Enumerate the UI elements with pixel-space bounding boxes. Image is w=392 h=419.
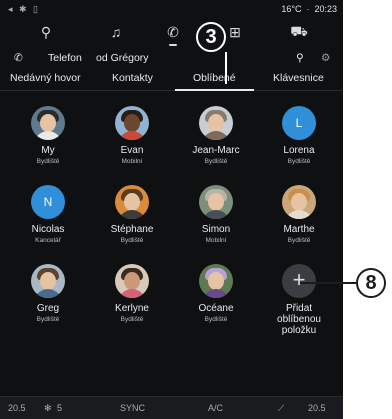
tab-bar: Nedávný hovor Kontakty Oblíbené Klávesni… [0, 68, 343, 91]
contact-number-type: Mobilní [121, 158, 143, 165]
tab-favorites[interactable]: Oblíbené [175, 72, 254, 91]
contact-number-type: Bydliště [287, 237, 311, 244]
phone-toolbar: ✆ Telefon od Grégory ⚲ ⚙ [0, 50, 343, 68]
favorite-contact[interactable]: L Lorena Bydliště [259, 106, 339, 165]
tab-keypad[interactable]: Klávesnice [273, 72, 324, 84]
contact-number-type: Kancelář [35, 237, 61, 244]
contact-name: Stéphane [110, 224, 154, 235]
tab-recent-calls[interactable]: Nedávný hovor [10, 72, 81, 84]
phone-name[interactable]: Telefon [48, 52, 82, 64]
sync-button[interactable]: SYNC [120, 403, 145, 413]
avatar [199, 264, 233, 298]
contact-number-type: Bydliště [287, 158, 311, 165]
seat-heat-icon[interactable]: ⟋ [278, 403, 284, 414]
clock: 20:23 [314, 4, 337, 14]
contact-number-type: Bydliště [204, 316, 228, 323]
add-favorite-item[interactable]: + Přidat oblíbenou položku [259, 264, 339, 336]
contact-number-type: Mobilní [205, 237, 227, 244]
favorite-contact[interactable]: Evan Mobilní [92, 106, 172, 165]
fan-speed[interactable]: 5 [57, 403, 62, 413]
music-icon[interactable]: ♫ [101, 20, 131, 44]
add-favorite-button[interactable]: + [282, 264, 316, 298]
avatar: N [31, 185, 65, 219]
phone-handset-icon: ✆ [14, 52, 23, 64]
phone-owner: od Grégory [96, 52, 149, 64]
favorite-contact[interactable]: Simon Mobilní [176, 185, 256, 244]
favorite-contact[interactable]: Stéphane Bydliště [92, 185, 172, 244]
contact-number-type: Bydliště [36, 316, 60, 323]
contact-name: Kerlyne [115, 303, 149, 314]
avatar [31, 106, 65, 140]
fan-icon: ✻ [44, 403, 52, 413]
contact-name: Greg [36, 303, 60, 314]
avatar [199, 185, 233, 219]
favorite-contact[interactable]: N Nicolas Kancelář [8, 185, 88, 244]
app-bar: ⚲ ♫ ✆ ⊞ ⛟ [0, 18, 343, 46]
callout-8: 8 [356, 268, 386, 298]
car-icon[interactable]: ⛟ [284, 20, 314, 44]
avatar [115, 264, 149, 298]
temperature: 16°C [281, 4, 302, 14]
callout-3: 3 [196, 22, 226, 52]
tab-contacts[interactable]: Kontakty [112, 72, 153, 84]
contact-name: My [41, 145, 55, 156]
search-icon[interactable]: ⚲ [296, 52, 304, 64]
favorite-contact[interactable]: Marthe Bydliště [259, 185, 339, 244]
phone-icon[interactable]: ✆ [158, 20, 188, 46]
navigation-icon[interactable]: ⚲ [31, 20, 61, 44]
avatar [31, 264, 65, 298]
contact-number-type: Bydliště [36, 158, 60, 165]
avatar [115, 106, 149, 140]
contact-initial: N [43, 195, 53, 209]
infotainment-screen: ◂ ✱ ▯ 16°C · 20:23 ⚲ ♫ ✆ ⊞ ⛟ ✆ Telefon o… [0, 0, 343, 419]
contact-name: Simon [201, 224, 231, 235]
contact-name: Nicolas [31, 224, 65, 235]
settings-icon[interactable]: ⚙ [321, 52, 330, 64]
contact-number-type: Bydliště [204, 158, 228, 165]
temp-left[interactable]: 20.5 [8, 403, 26, 413]
contact-number-type: Bydliště [120, 316, 144, 323]
contact-name: Jean-Marc [192, 145, 240, 156]
climate-bar: 20.5 ✻ 5 SYNC A/C ⟋ 20.5 [0, 396, 343, 419]
status-icons: ◂ ✱ ▯ [8, 4, 41, 14]
avatar [282, 185, 316, 219]
contact-initial: L [295, 116, 303, 130]
status-right: 16°C · 20:23 [281, 4, 337, 14]
ac-button[interactable]: A/C [208, 403, 223, 413]
contact-name: Lorena [283, 145, 315, 156]
add-favorite-label: Přidat oblíbenou položku [277, 303, 321, 336]
avatar [199, 106, 233, 140]
favorite-contact[interactable]: Kerlyne Bydliště [92, 264, 172, 323]
status-bar: ◂ ✱ ▯ 16°C · 20:23 [0, 0, 343, 18]
favorite-contact[interactable]: Greg Bydliště [8, 264, 88, 323]
favorite-contact[interactable]: Océane Bydliště [176, 264, 256, 323]
avatar [115, 185, 149, 219]
favorite-contact[interactable]: Jean-Marc Bydliště [176, 106, 256, 165]
contact-name: Evan [120, 145, 144, 156]
avatar: L [282, 106, 316, 140]
contact-name: Océane [198, 303, 234, 314]
favorite-contact[interactable]: My Bydliště [8, 106, 88, 165]
contact-number-type: Bydliště [120, 237, 144, 244]
contact-name: Marthe [283, 224, 315, 235]
temp-right[interactable]: 20.5 [308, 403, 326, 413]
